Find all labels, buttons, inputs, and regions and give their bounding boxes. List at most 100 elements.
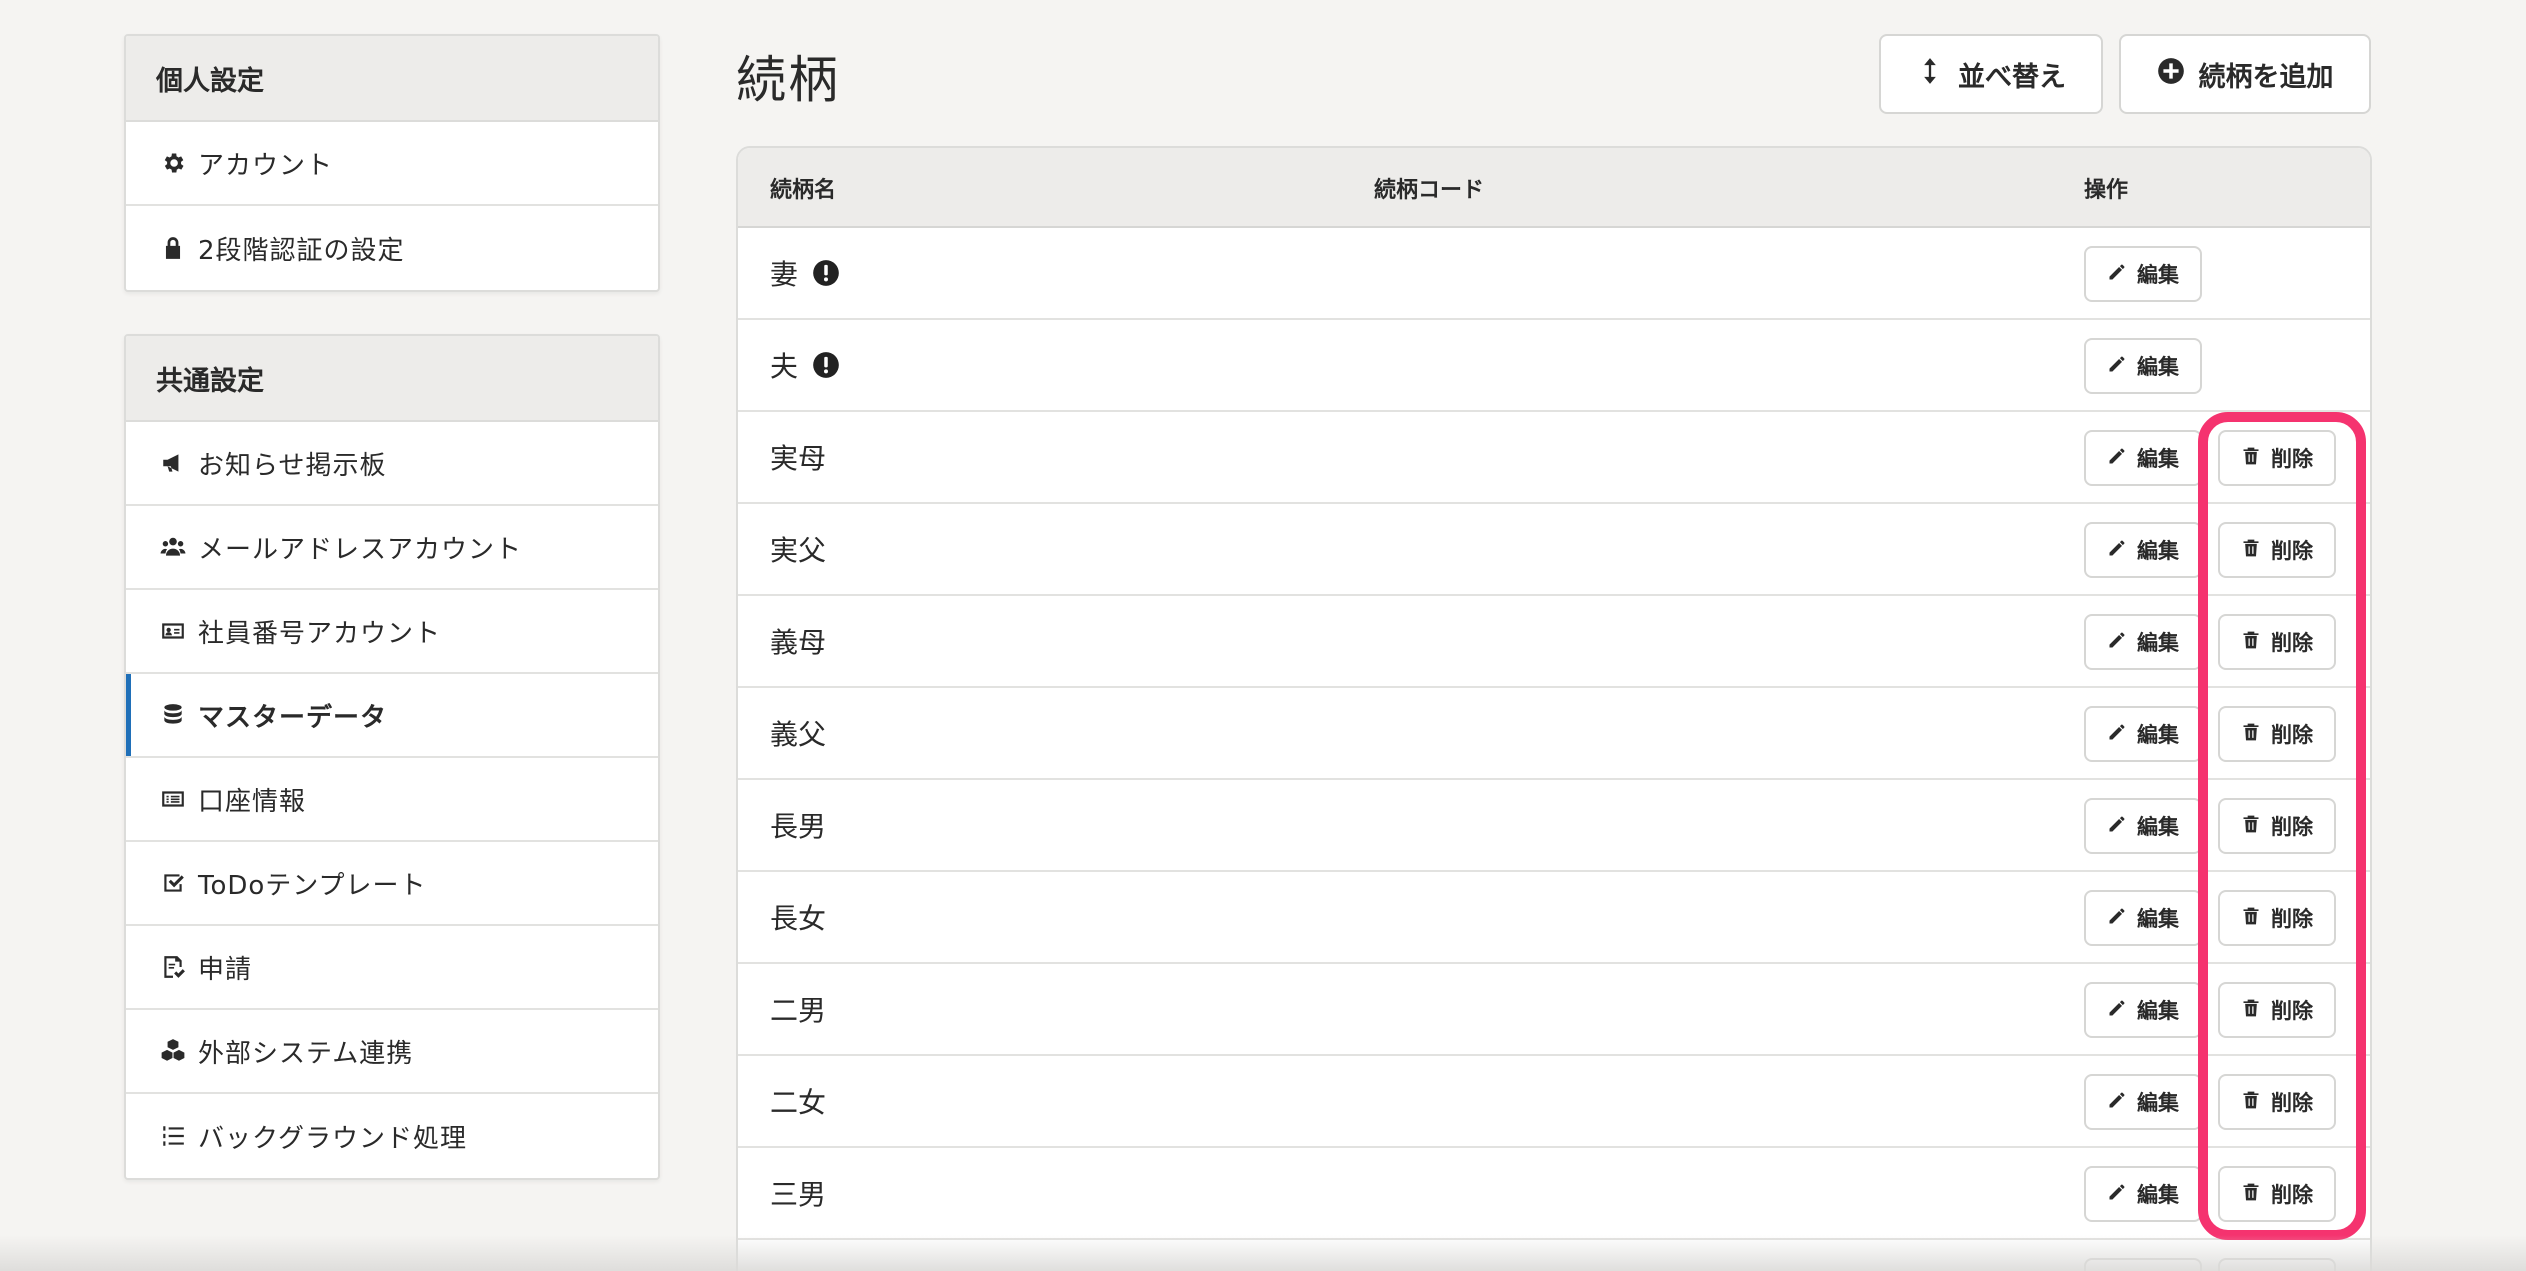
delete-button-label: 削除 [2271,447,2313,471]
edit-button-label: 編集 [2137,815,2179,839]
edit-button[interactable]: 編集 [2084,982,2202,1038]
table-row: 義父 編集 削除 [738,688,2370,780]
table-row: 二女 編集 削除 [738,1056,2370,1148]
trash-icon [2241,998,2261,1023]
sidebar-item-bank-account[interactable]: 口座情報 [126,758,658,842]
pencil-icon [2107,906,2127,931]
relationship-name: 義母 [770,626,827,659]
pencil-icon [2107,722,2127,747]
sidebar-item-two-factor[interactable]: 2段階認証の設定 [126,206,658,290]
relationship-name-cell: 妻 [770,228,840,318]
sidebar-item-label: 社員番号アカウント [198,618,442,649]
delete-button[interactable]: 削除 [2218,522,2336,578]
trash-icon [2241,814,2261,839]
pencil-icon [2107,998,2127,1023]
sort-button[interactable]: 並べ替え [1879,34,2103,114]
pencil-icon [2107,262,2127,287]
sidebar-item-employee-number-accounts[interactable]: 社員番号アカウント [126,590,658,674]
edit-button-label: 編集 [2137,539,2179,563]
add-relationship-button[interactable]: 続柄を追加 [2119,34,2371,114]
pencil-icon [2107,630,2127,655]
sidebar-item-bulletin[interactable]: お知らせ掲示板 [126,422,658,506]
relationship-table: 続柄名 続柄コード 操作 妻編集夫編集 実母 編集 削除 実父 編集 削除 義母 編集 削除 義父編… [736,146,2372,1271]
plus-circle-icon [2157,57,2185,92]
trash-icon [2241,906,2261,931]
trash-icon [2241,446,2261,471]
exclamation-circle-icon [812,351,840,379]
vertical-arrows-icon [1916,57,1944,92]
edit-button-label: 編集 [2137,355,2179,379]
list-ol-icon [158,1121,188,1151]
edit-button-label: 編集 [2137,263,2179,287]
edit-button[interactable]: 編集 [2084,338,2202,394]
edit-button[interactable]: 編集 [2084,890,2202,946]
sidebar-item-master-data[interactable]: マスターデータ [126,674,658,758]
pencil-icon [2107,538,2127,563]
delete-button[interactable]: 削除 [2218,614,2336,670]
delete-button[interactable]: 削除 [2218,798,2336,854]
relationship-name: 実母 [770,442,827,475]
delete-button[interactable]: 削除 [2218,706,2336,762]
bottom-shadow [0,1235,2526,1271]
delete-button-label: 削除 [2271,1091,2313,1115]
users-icon [158,532,188,562]
sidebar-item-account[interactable]: アカウント [126,122,658,206]
relationship-name-cell: 義父 [770,688,826,778]
sidebar-item-label: 申請 [198,954,253,985]
edit-button-label: 編集 [2137,447,2179,471]
relationship-name: 二女 [770,1086,827,1119]
sidebar-item-todo-template[interactable]: ToDoテンプレート [126,842,658,926]
delete-button[interactable]: 削除 [2218,1074,2336,1130]
trash-icon [2241,630,2261,655]
sidebar-item-application[interactable]: 申請 [126,926,658,1010]
sidebar-item-label: お知らせ掲示板 [198,450,387,481]
relationship-name: 長女 [770,902,827,935]
table-row: 三男 編集 削除 [738,1148,2370,1240]
delete-button[interactable]: 削除 [2218,1166,2336,1222]
relationship-name: 長男 [770,810,827,843]
edit-button-label: 編集 [2137,1183,2179,1207]
edit-button[interactable]: 編集 [2084,1166,2202,1222]
table-row: 実母 編集 削除 [738,412,2370,504]
document-check-icon [158,952,188,982]
sidebar-item-label: 2段階認証の設定 [198,235,405,266]
delete-button[interactable]: 削除 [2218,982,2336,1038]
table-row: 実父 編集 削除 [738,504,2370,596]
edit-button[interactable]: 編集 [2084,430,2202,486]
edit-button-label: 編集 [2137,631,2179,655]
edit-button[interactable]: 編集 [2084,246,2202,302]
delete-button[interactable]: 削除 [2218,890,2336,946]
relationship-name: 二男 [770,994,827,1027]
sidebar-item-label: バックグラウンド処理 [198,1123,467,1154]
column-header-code: 続柄コード [1374,178,1485,203]
table-row: 二男 編集 削除 [738,964,2370,1056]
edit-button-label: 編集 [2137,999,2179,1023]
edit-button[interactable]: 編集 [2084,706,2202,762]
delete-button-label: 削除 [2271,907,2313,931]
edit-button[interactable]: 編集 [2084,1074,2202,1130]
delete-button-label: 削除 [2271,999,2313,1023]
relationship-name-cell: 実父 [770,504,826,594]
personal-settings-title: 個人設定 [126,36,658,122]
edit-button[interactable]: 編集 [2084,798,2202,854]
delete-button[interactable]: 削除 [2218,430,2336,486]
list-card-icon [158,784,188,814]
edit-button[interactable]: 編集 [2084,522,2202,578]
delete-button-label: 削除 [2271,1183,2313,1207]
edit-button[interactable]: 編集 [2084,614,2202,670]
megaphone-icon [158,448,188,478]
sidebar-item-email-accounts[interactable]: メールアドレスアカウント [126,506,658,590]
edit-button-label: 編集 [2137,907,2179,931]
page: 個人設定 アカウント 2段階認証の設定 共通設定 お知らせ掲示板 メールアドレス… [0,0,2526,1271]
sidebar-item-external-integration[interactable]: 外部システム連携 [126,1010,658,1094]
sidebar-item-label: ToDoテンプレート [198,870,427,901]
table-row: 長男 編集 削除 [738,780,2370,872]
delete-button-label: 削除 [2271,815,2313,839]
sidebar-item-background-jobs[interactable]: バックグラウンド処理 [126,1094,658,1178]
table-row: 義母 編集 削除 [738,596,2370,688]
trash-icon [2241,722,2261,747]
relationship-name: 妻 [770,258,799,291]
delete-button-label: 削除 [2271,723,2313,747]
trash-icon [2241,1090,2261,1115]
sidebar-item-label: マスターデータ [198,702,388,733]
